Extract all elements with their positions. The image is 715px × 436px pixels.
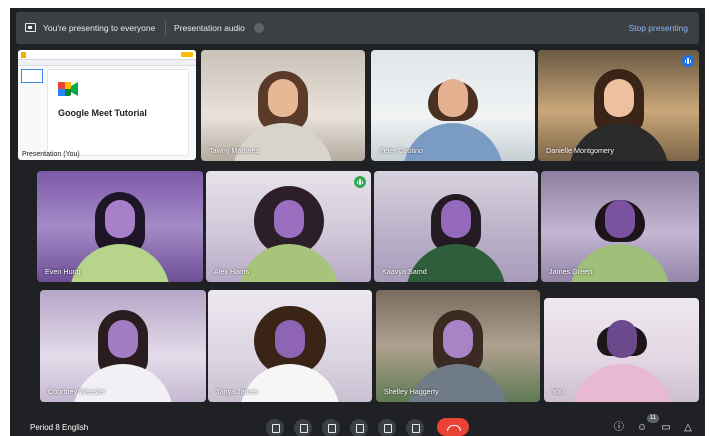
- speaking-indicator-icon: [354, 176, 366, 188]
- participant-name: Alex Harris: [214, 267, 250, 276]
- presentation-audio-toggle[interactable]: [254, 23, 264, 33]
- participant-tile[interactable]: Kaavya Samd: [374, 171, 538, 282]
- meeting-title: Period 8 English: [30, 423, 89, 432]
- participant-name: Kaavya Samd: [382, 267, 427, 276]
- bottom-control-bar: Period 8 English ⓘ ☺ 11 ▭ △: [10, 409, 705, 436]
- participant-name: James Green: [549, 267, 593, 276]
- slides-file-icon: [21, 52, 26, 58]
- self-view-tile[interactable]: You: [544, 298, 699, 402]
- participant-name: You: [552, 387, 565, 396]
- participant-name: Tanya James: [216, 387, 259, 396]
- participant-tile-active[interactable]: Danielle Montgomery: [538, 50, 699, 161]
- camera-icon[interactable]: [294, 419, 312, 436]
- slides-title-bar: [18, 50, 196, 60]
- participant-name: Tawny Martinez: [209, 146, 259, 155]
- participant-tile[interactable]: Tanya James: [208, 290, 372, 402]
- participant-tile[interactable]: Peter Coutino: [371, 50, 535, 161]
- participant-count-badge: 11: [647, 414, 659, 423]
- present-icon[interactable]: [378, 419, 396, 436]
- raise-hand-icon[interactable]: [350, 419, 368, 436]
- presenting-status-text: You're presenting to everyone: [43, 23, 156, 33]
- activities-icon[interactable]: △: [683, 423, 693, 433]
- presenting-banner: You're presenting to everyone Presentati…: [16, 12, 699, 44]
- speaking-indicator-icon: [682, 55, 694, 67]
- participant-name: Peter Coutino: [379, 146, 423, 155]
- participant-name: Courtney Weesler: [48, 387, 106, 396]
- slide-thumbnail: [21, 69, 43, 83]
- participant-tile[interactable]: Courtney Weesler: [40, 290, 206, 402]
- microphone-icon[interactable]: [266, 419, 284, 436]
- participant-tile[interactable]: Alex Harris: [206, 171, 371, 282]
- participant-name: Danielle Montgomery: [546, 146, 614, 155]
- slides-toolbar: [18, 60, 196, 66]
- slide-canvas: Google Meet Tutorial: [48, 70, 188, 155]
- info-icon[interactable]: ⓘ: [614, 423, 624, 433]
- participant-tile[interactable]: Tawny Martinez: [201, 50, 365, 161]
- participant-tile[interactable]: Shelley Haggerty: [376, 290, 540, 402]
- captions-icon[interactable]: [322, 419, 340, 436]
- more-options-icon[interactable]: [406, 419, 424, 436]
- participant-tile[interactable]: James Green: [541, 171, 699, 282]
- meet-window: You're presenting to everyone Presentati…: [10, 8, 705, 436]
- participant-name: Shelley Haggerty: [384, 387, 439, 396]
- presentation-tile[interactable]: Google Meet Tutorial Presentation (You): [18, 50, 196, 160]
- presentation-tile-name: Presentation (You): [22, 151, 80, 158]
- google-meet-logo-icon: [58, 82, 78, 96]
- people-icon[interactable]: ☺: [637, 423, 647, 433]
- share-icon: [181, 52, 193, 57]
- participant-tile[interactable]: Even Hung: [37, 171, 203, 282]
- participant-name: Even Hung: [45, 267, 81, 276]
- slide-title: Google Meet Tutorial: [58, 108, 147, 118]
- end-call-button[interactable]: [437, 418, 469, 436]
- present-to-all-icon: [25, 23, 36, 32]
- presentation-audio-label: Presentation audio: [174, 23, 245, 33]
- banner-divider: [165, 21, 166, 35]
- stop-presenting-button[interactable]: Stop presenting: [628, 12, 688, 44]
- chat-icon[interactable]: ▭: [661, 423, 671, 433]
